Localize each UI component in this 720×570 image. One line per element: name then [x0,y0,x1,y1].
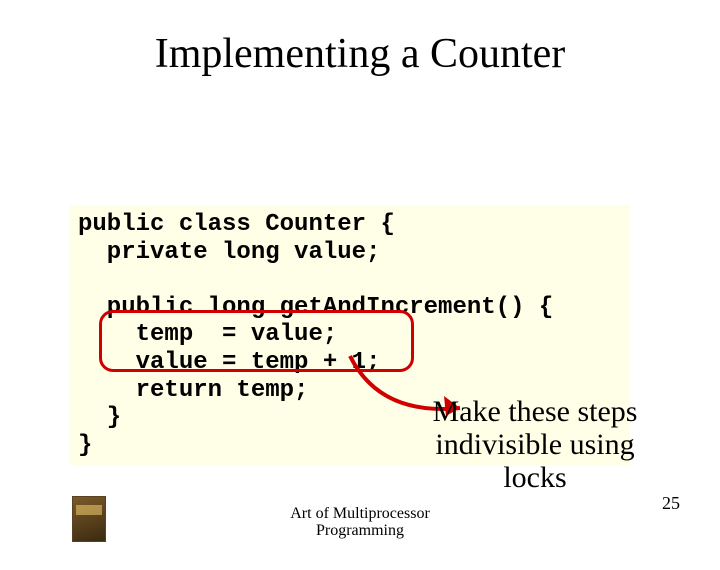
code-line: } [78,432,92,459]
code-line: return temp; [78,377,308,404]
page-number: 25 [662,493,680,514]
callout-line: locks [503,461,566,494]
footer-line: Art of Multiprocessor [290,505,430,522]
code-line: value = temp + 1; [78,349,380,376]
callout-line: using [562,428,635,461]
code-line: temp = value; [78,321,337,348]
footer-line: Programming [316,522,404,539]
callout-emph: indivisible [435,428,562,461]
callout-annotation: Make these steps indivisible using locks [380,395,690,494]
slide-title: Implementing a Counter [0,30,720,78]
code-line: public class Counter { [78,211,395,238]
code-line: public long getAndIncrement() { [78,294,553,321]
code-line: } [78,404,121,431]
code-line: private long value; [78,239,380,266]
callout-line: Make these steps [433,395,638,428]
footer-caption: Art of Multiprocessor Programming [0,505,720,540]
